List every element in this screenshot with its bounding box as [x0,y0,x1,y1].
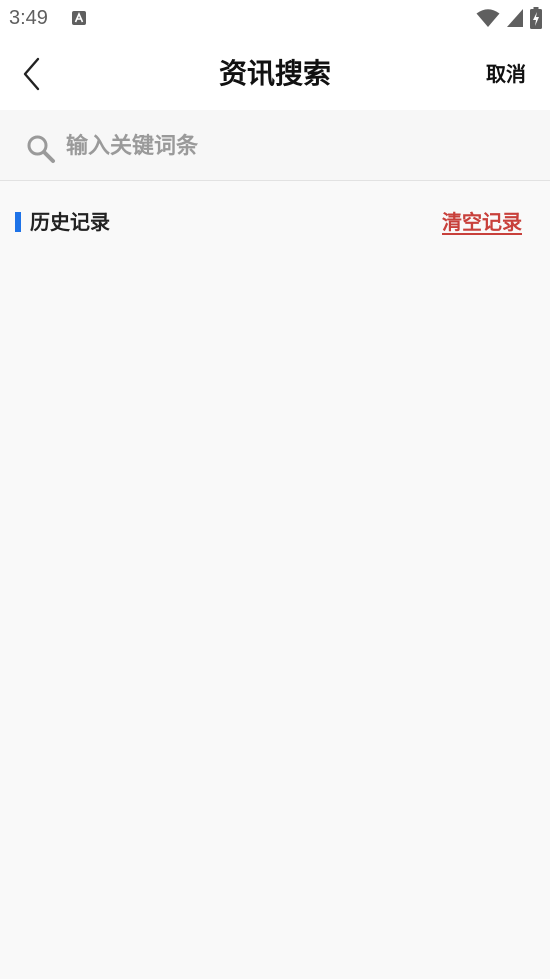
nav-bar: 资讯搜索 取消 [0,38,550,110]
font-a-icon [72,11,86,25]
history-header: 历史记录 清空记录 [0,196,550,250]
history-title: 历史记录 [30,210,110,234]
back-button[interactable] [10,52,54,96]
cancel-button[interactable]: 取消 [486,56,526,92]
status-bar: 3:49 [0,0,550,38]
chevron-left-icon [23,57,40,91]
status-icons [476,7,542,29]
battery-charging-icon [530,7,542,29]
clear-history-button[interactable]: 清空记录 [442,207,522,237]
status-time: 3:49 [9,7,48,29]
history-accent-bar [15,212,21,232]
search-input[interactable] [66,127,516,165]
search-bar [0,110,550,181]
search-icon [27,135,55,163]
history-list [0,250,550,970]
cell-signal-icon [507,9,523,27]
wifi-icon [476,9,500,27]
page-title: 资讯搜索 [218,57,331,90]
